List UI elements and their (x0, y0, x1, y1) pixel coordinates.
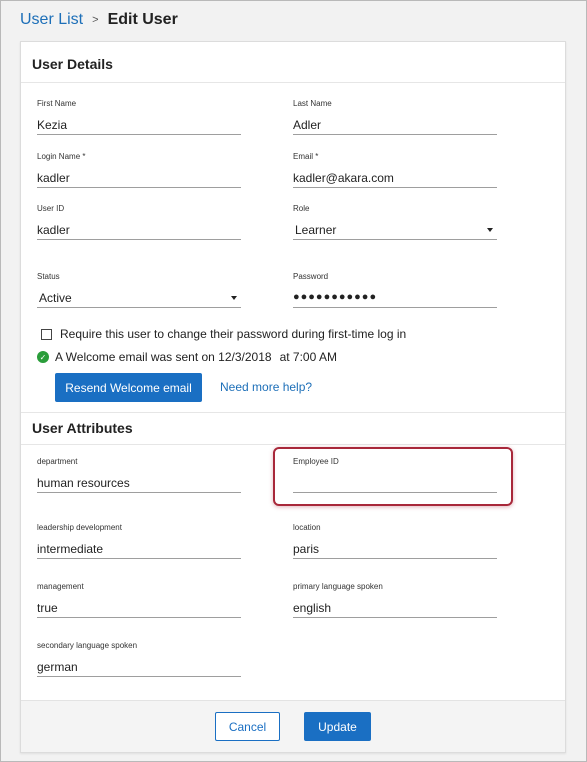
last-name-field[interactable]: Adler (293, 111, 497, 135)
email-field[interactable]: kadler@akara.com (293, 164, 497, 188)
department-field[interactable]: human resources (37, 469, 241, 493)
check-circle-icon: ✓ (37, 351, 49, 363)
role-select[interactable]: Learner (293, 216, 497, 240)
section-divider (21, 444, 565, 445)
page-title: Edit User (107, 11, 178, 28)
welcome-status-row: ✓ A Welcome email was sent on 12/3/2018 … (37, 350, 337, 364)
last-name-label: Last Name (293, 99, 332, 108)
chevron-down-icon (231, 296, 237, 300)
breadcrumb-separator: > (92, 14, 99, 26)
section-divider (21, 82, 565, 83)
management-field[interactable]: true (37, 594, 241, 618)
role-selected-value: Learner (295, 223, 337, 237)
section-divider (21, 412, 565, 413)
location-field[interactable]: paris (293, 535, 497, 559)
require-password-change-checkbox[interactable] (41, 328, 52, 340)
secondary-language-group: secondary language spoken german (37, 641, 241, 677)
form-footer: Cancel Update (21, 700, 565, 752)
user-details-heading: User Details (32, 56, 113, 72)
secondary-language-field[interactable]: german (37, 653, 241, 677)
first-name-group: First Name Kezia (37, 99, 241, 135)
breadcrumb-user-list-link[interactable]: User List (20, 11, 83, 29)
user-id-field[interactable]: kadler (37, 216, 241, 240)
role-label: Role (293, 204, 310, 213)
leadership-development-group: leadership development intermediate (37, 523, 241, 559)
edit-user-card: User Details First Name Kezia Last Name … (20, 41, 566, 753)
welcome-message: A Welcome email was sent on 12/3/2018 (55, 350, 272, 364)
email-group: Email * kadler@akara.com (293, 152, 497, 188)
location-group: location paris (293, 523, 497, 559)
password-group: Password ●●●●●●●●●●● (293, 272, 497, 308)
login-name-field[interactable]: kadler (37, 164, 241, 188)
primary-language-group: primary language spoken english (293, 582, 497, 618)
resend-welcome-email-button[interactable]: Resend Welcome email (55, 373, 202, 402)
chevron-down-icon (487, 228, 493, 232)
secondary-language-label: secondary language spoken (37, 641, 138, 650)
status-label: Status (37, 272, 60, 281)
role-group: Role Learner (293, 204, 497, 240)
management-group: management true (37, 582, 241, 618)
status-selected-value: Active (39, 291, 72, 305)
management-label: management (37, 582, 84, 591)
breadcrumb: User List > Edit User (20, 9, 178, 31)
window-frame: User List > Edit User User Details First… (0, 0, 587, 762)
location-label: location (293, 523, 321, 532)
leadership-development-field[interactable]: intermediate (37, 535, 241, 559)
first-name-field[interactable]: Kezia (37, 111, 241, 135)
employee-id-highlight (273, 447, 513, 506)
department-label: department (37, 457, 78, 466)
email-label: Email * (293, 152, 319, 161)
need-more-help-link[interactable]: Need more help? (220, 380, 312, 394)
last-name-group: Last Name Adler (293, 99, 497, 135)
cancel-button[interactable]: Cancel (215, 712, 280, 741)
status-group: Status Active (37, 272, 241, 308)
department-group: department human resources (37, 457, 241, 493)
require-password-change-label: Require this user to change their passwo… (60, 327, 407, 341)
primary-language-label: primary language spoken (293, 582, 383, 591)
leadership-development-label: leadership development (37, 523, 122, 532)
status-select[interactable]: Active (37, 284, 241, 308)
welcome-time: at 7:00 AM (279, 350, 337, 364)
update-button[interactable]: Update (304, 712, 371, 741)
user-id-label: User ID (37, 204, 65, 213)
password-label: Password (293, 272, 329, 281)
first-name-label: First Name (37, 99, 77, 108)
user-id-group: User ID kadler (37, 204, 241, 240)
primary-language-field[interactable]: english (293, 594, 497, 618)
password-field[interactable]: ●●●●●●●●●●● (293, 284, 497, 308)
require-password-change-row: Require this user to change their passwo… (41, 327, 406, 341)
user-attributes-heading: User Attributes (32, 420, 133, 436)
login-name-label: Login Name * (37, 152, 86, 161)
login-name-group: Login Name * kadler (37, 152, 241, 188)
